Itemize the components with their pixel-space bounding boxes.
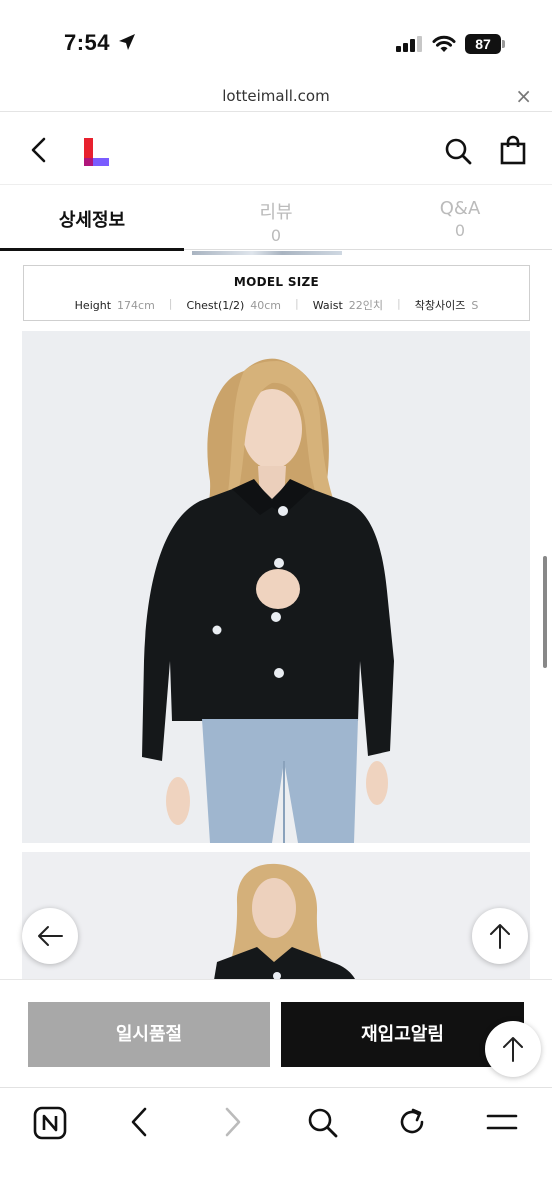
model-chest: Chest(1/2) 40cm: [187, 297, 282, 313]
search-icon[interactable]: [444, 137, 472, 165]
model-waist: Waist 22인치: [313, 297, 383, 313]
model-second-image: [22, 852, 530, 979]
prev-image-button[interactable]: [22, 908, 78, 964]
scroll-top-button-2[interactable]: [485, 1021, 541, 1077]
wifi-icon: [432, 35, 456, 52]
product-photo-2: [22, 852, 530, 979]
tab-reviews-count: 0: [270, 226, 282, 245]
soldout-button[interactable]: 일시품절: [28, 1002, 270, 1067]
model-wearing-jacket-image: [22, 331, 530, 843]
model-height: Height 174cm: [75, 297, 155, 313]
purchase-action-bar: 일시품절 재입고알림: [0, 979, 552, 1087]
model-size-title: MODEL SIZE: [233, 275, 320, 289]
status-bar: 7:54 87: [0, 0, 552, 80]
model-wearing-size-label: 착창사이즈: [414, 299, 466, 312]
browser-toolbar: [0, 1087, 552, 1200]
forward-icon[interactable]: [220, 1106, 244, 1138]
divider: |: [168, 297, 173, 310]
model-height-value: 174cm: [117, 298, 155, 312]
tab-qna-count: 0: [454, 221, 466, 240]
site-header: [0, 113, 552, 185]
model-size-box: MODEL SIZE Height 174cm | Chest(1/2) 40c…: [23, 265, 530, 321]
back-icon[interactable]: [128, 1106, 152, 1138]
model-wearing-size-value: S: [471, 298, 479, 312]
detail-tabs: 상세정보 리뷰 0 Q&A 0: [0, 186, 552, 251]
status-time: 7:54: [64, 30, 111, 55]
tab-qna[interactable]: Q&A 0: [368, 186, 552, 249]
naver-icon[interactable]: [33, 1106, 67, 1140]
tab-reviews-label: 리뷰: [259, 202, 293, 223]
divider: |: [397, 297, 401, 310]
model-height-label: Height: [74, 298, 112, 312]
back-icon[interactable]: [28, 137, 50, 163]
divider: |: [295, 297, 299, 310]
refresh-icon[interactable]: [396, 1106, 428, 1138]
model-wearing-size: 착창사이즈 S: [415, 297, 479, 313]
search-icon[interactable]: [306, 1106, 338, 1138]
url-bar[interactable]: lotteimall.com ×: [0, 80, 552, 112]
location-arrow-icon: [119, 34, 135, 50]
model-waist-value: 22인치: [348, 299, 384, 312]
model-waist-label: Waist: [312, 298, 343, 312]
tab-detail-info[interactable]: 상세정보: [0, 186, 184, 251]
lotte-logo[interactable]: [84, 138, 110, 166]
menu-icon[interactable]: [486, 1106, 518, 1138]
product-detail-content[interactable]: MODEL SIZE Height 174cm | Chest(1/2) 40c…: [0, 251, 552, 979]
previous-image-edge: [192, 251, 342, 255]
arrow-left-icon: [38, 926, 63, 946]
close-icon[interactable]: ×: [515, 84, 532, 108]
battery-icon: 87: [465, 34, 505, 54]
tab-qna-label: Q&A: [439, 198, 481, 219]
tab-detail-info-label: 상세정보: [58, 210, 126, 231]
cellular-signal-icon: [396, 36, 422, 52]
arrow-up-icon: [490, 924, 510, 949]
shopping-bag-icon[interactable]: [500, 135, 526, 165]
tab-reviews[interactable]: 리뷰 0: [184, 186, 368, 249]
arrow-up-icon: [503, 1037, 523, 1062]
model-chest-value: 40cm: [250, 298, 282, 312]
model-chest-label: Chest(1/2): [186, 298, 245, 312]
scroll-top-button[interactable]: [472, 908, 528, 964]
battery-level: 87: [465, 34, 501, 54]
url-text[interactable]: lotteimall.com: [0, 87, 552, 105]
product-photo: [22, 331, 530, 843]
page: 7:54 87 lotteimall.com × 상세정보 리뷰 0 Q&A 0…: [0, 0, 552, 1200]
scrollbar[interactable]: [543, 556, 547, 668]
model-size-row: Height 174cm | Chest(1/2) 40cm | Waist 2…: [24, 297, 529, 313]
